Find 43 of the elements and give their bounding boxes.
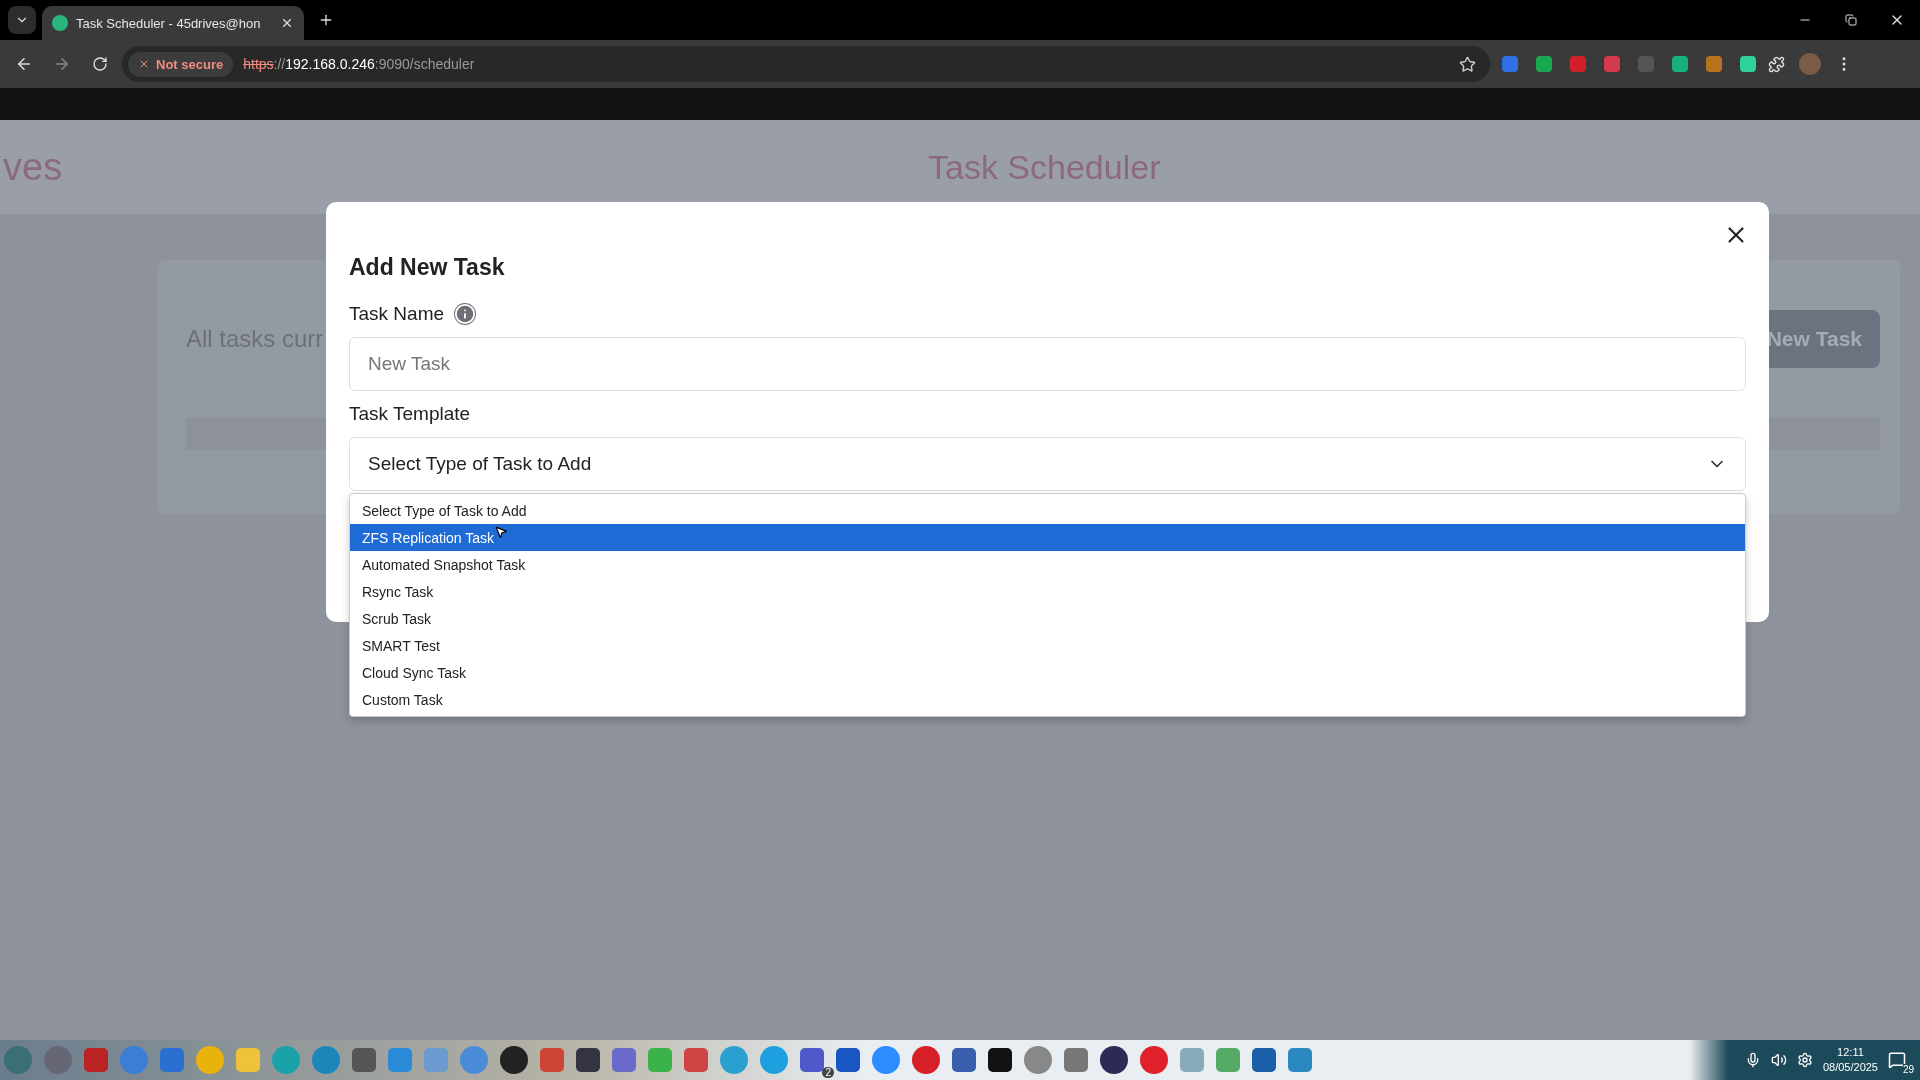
browser-tab[interactable]: Task Scheduler - 45drives@hon [42,6,304,40]
app-icon[interactable] [988,1048,1012,1072]
extension-icon[interactable] [1706,56,1722,72]
app-icon[interactable] [500,1046,528,1074]
task-name-field[interactable]: New Task [349,337,1746,391]
mouse-cursor-icon [494,525,508,539]
plus-icon[interactable] [318,12,334,28]
settings-icon[interactable] [1796,1052,1813,1068]
dropdown-option[interactable]: ZFS Replication Task [350,524,1745,551]
app-badge: 2 [822,1067,834,1078]
address-bar[interactable]: Not secure https://192.168.0.246:9090/scheduler [122,46,1490,82]
restore-icon[interactable] [1845,14,1857,26]
notification-count: 29 [1902,1064,1914,1075]
profile-avatar[interactable] [1799,53,1821,75]
extension-icon[interactable] [1740,56,1756,72]
dropdown-option[interactable]: SMART Test [350,632,1745,659]
forward-arrow-icon[interactable] [53,55,71,73]
address-text: https://192.168.0.246:9090/scheduler [243,56,476,72]
extension-icon[interactable] [1604,56,1620,72]
info-icon[interactable] [454,303,477,325]
extensions-icon[interactable] [1768,55,1785,73]
reload-icon[interactable] [92,56,108,72]
bookmark-star-icon[interactable] [1459,55,1476,73]
clock[interactable]: 12:11 08/05/2025 [1822,1045,1878,1075]
field-label: Task Name [349,303,445,325]
security-chip[interactable]: Not secure [128,51,234,77]
extension-icon[interactable] [1570,56,1586,72]
close-tab-icon[interactable] [280,16,294,30]
dropdown-option[interactable]: Scrub Task [350,605,1745,632]
app-icon[interactable] [1100,1046,1128,1074]
task-template-select[interactable]: Select Type of Task to Add [349,437,1746,491]
field-label: Task Template [349,403,471,425]
dropdown-option[interactable]: Rsync Task [350,578,1745,605]
site-icon [52,15,68,31]
dropdown-option[interactable]: Cloud Sync Task [350,659,1745,686]
dropdown-option[interactable]: Select Type of Task to Add [350,497,1745,524]
dialog-title: Add New Task [349,254,506,281]
dropdown-option[interactable]: Automated Snapshot Task [350,551,1745,578]
extension-icon[interactable] [1536,56,1552,72]
extension-icon[interactable] [1502,56,1518,72]
extension-icon[interactable] [1672,56,1688,72]
dropdown-option[interactable]: Custom Task [350,686,1745,713]
volume-icon[interactable] [1770,1052,1787,1068]
